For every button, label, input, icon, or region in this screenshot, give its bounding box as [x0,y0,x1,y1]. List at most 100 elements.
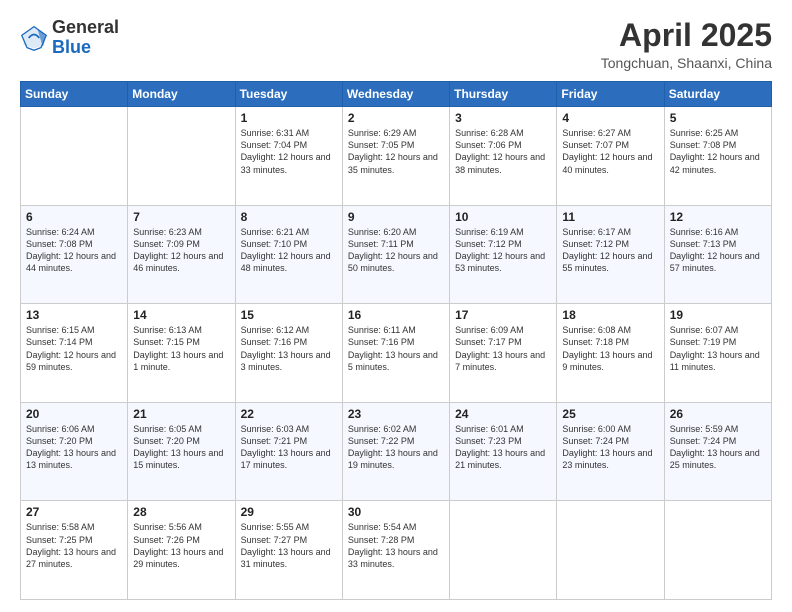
cell-day-number: 17 [455,308,551,322]
col-sunday: Sunday [21,82,128,107]
cell-day-info: Sunrise: 6:21 AM Sunset: 7:10 PM Dayligh… [241,226,337,275]
cell-day-number: 18 [562,308,658,322]
calendar-cell: 6 Sunrise: 6:24 AM Sunset: 7:08 PM Daylig… [21,205,128,304]
cell-day-number: 5 [670,111,766,125]
col-saturday: Saturday [664,82,771,107]
calendar-header-row: Sunday Monday Tuesday Wednesday Thursday… [21,82,772,107]
cell-day-number: 13 [26,308,122,322]
calendar-cell: 4Sunrise: 6:27 AM Sunset: 7:07 PM Daylig… [557,107,664,206]
cell-day-info: Sunrise: 6:17 AM Sunset: 7:12 PM Dayligh… [562,226,658,275]
cell-day-number: 14 [133,308,229,322]
cell-day-info: Sunrise: 6:06 AM Sunset: 7:20 PM Dayligh… [26,423,122,472]
cell-day-number: 26 [670,407,766,421]
col-thursday: Thursday [450,82,557,107]
cell-day-number: 9 [348,210,444,224]
calendar-cell: 21 Sunrise: 6:05 AM Sunset: 7:20 PM Dayli… [128,402,235,501]
calendar-cell: 3 Sunrise: 6:28 AM Sunset: 7:06 PM Daylig… [450,107,557,206]
calendar-cell: 23Sunrise: 6:02 AM Sunset: 7:22 PM Dayli… [342,402,449,501]
cell-day-number: 10 [455,210,551,224]
week-row-1: 6 Sunrise: 6:24 AM Sunset: 7:08 PM Daylig… [21,205,772,304]
cell-day-info: Sunrise: 6:11 AM Sunset: 7:16 PM Dayligh… [348,324,444,373]
logo-text: General Blue [52,18,119,58]
cell-day-number: 1 [241,111,337,125]
cell-day-info: Sunrise: 6:23 AM Sunset: 7:09 PM Dayligh… [133,226,229,275]
calendar-cell: 27 Sunrise: 5:58 AM Sunset: 7:25 PM Dayli… [21,501,128,600]
cell-day-info: Sunrise: 6:27 AM Sunset: 7:07 PM Dayligh… [562,127,658,176]
cell-day-info: Sunrise: 6:12 AM Sunset: 7:16 PM Dayligh… [241,324,337,373]
calendar-cell: 26 Sunrise: 5:59 AM Sunset: 7:24 PM Dayli… [664,402,771,501]
cell-day-number: 8 [241,210,337,224]
main-title: April 2025 [601,18,772,53]
cell-day-info: Sunrise: 5:54 AM Sunset: 7:28 PM Dayligh… [348,521,444,570]
week-row-0: 1 Sunrise: 6:31 AM Sunset: 7:04 PM Daylig… [21,107,772,206]
cell-day-number: 15 [241,308,337,322]
logo: General Blue [20,18,119,58]
cell-day-number: 29 [241,505,337,519]
cell-day-number: 3 [455,111,551,125]
cell-day-number: 30 [348,505,444,519]
header: General Blue April 2025 Tongchuan, Shaan… [20,18,772,71]
calendar-cell [21,107,128,206]
cell-day-info: Sunrise: 6:02 AM Sunset: 7:22 PM Dayligh… [348,423,444,472]
cell-day-info: Sunrise: 5:59 AM Sunset: 7:24 PM Dayligh… [670,423,766,472]
cell-day-info: Sunrise: 6:05 AM Sunset: 7:20 PM Dayligh… [133,423,229,472]
cell-day-number: 22 [241,407,337,421]
title-block: April 2025 Tongchuan, Shaanxi, China [601,18,772,71]
cell-day-number: 19 [670,308,766,322]
week-row-2: 13Sunrise: 6:15 AM Sunset: 7:14 PM Dayli… [21,304,772,403]
cell-day-info: Sunrise: 6:16 AM Sunset: 7:13 PM Dayligh… [670,226,766,275]
calendar-cell [128,107,235,206]
cell-day-info: Sunrise: 6:09 AM Sunset: 7:17 PM Dayligh… [455,324,551,373]
cell-day-number: 25 [562,407,658,421]
calendar-cell: 12 Sunrise: 6:16 AM Sunset: 7:13 PM Dayli… [664,205,771,304]
calendar-cell: 25Sunrise: 6:00 AM Sunset: 7:24 PM Dayli… [557,402,664,501]
cell-day-number: 12 [670,210,766,224]
calendar-cell: 28Sunrise: 5:56 AM Sunset: 7:26 PM Dayli… [128,501,235,600]
cell-day-info: Sunrise: 6:07 AM Sunset: 7:19 PM Dayligh… [670,324,766,373]
cell-day-info: Sunrise: 6:08 AM Sunset: 7:18 PM Dayligh… [562,324,658,373]
calendar-cell: 9 Sunrise: 6:20 AM Sunset: 7:11 PM Daylig… [342,205,449,304]
calendar-cell: 14 Sunrise: 6:13 AM Sunset: 7:15 PM Dayli… [128,304,235,403]
calendar-cell: 11 Sunrise: 6:17 AM Sunset: 7:12 PM Dayli… [557,205,664,304]
cell-day-info: Sunrise: 6:25 AM Sunset: 7:08 PM Dayligh… [670,127,766,176]
cell-day-info: Sunrise: 5:55 AM Sunset: 7:27 PM Dayligh… [241,521,337,570]
cell-day-info: Sunrise: 6:13 AM Sunset: 7:15 PM Dayligh… [133,324,229,373]
subtitle: Tongchuan, Shaanxi, China [601,55,772,71]
cell-day-number: 27 [26,505,122,519]
col-monday: Monday [128,82,235,107]
calendar-cell: 10 Sunrise: 6:19 AM Sunset: 7:12 PM Dayli… [450,205,557,304]
calendar-table: Sunday Monday Tuesday Wednesday Thursday… [20,81,772,600]
cell-day-info: Sunrise: 6:31 AM Sunset: 7:04 PM Dayligh… [241,127,337,176]
calendar-cell [664,501,771,600]
calendar-cell: 24Sunrise: 6:01 AM Sunset: 7:23 PM Dayli… [450,402,557,501]
calendar-cell: 7 Sunrise: 6:23 AM Sunset: 7:09 PM Daylig… [128,205,235,304]
logo-icon [20,24,48,52]
cell-day-number: 20 [26,407,122,421]
logo-blue-text: Blue [52,37,91,57]
cell-day-number: 6 [26,210,122,224]
calendar-cell: 13Sunrise: 6:15 AM Sunset: 7:14 PM Dayli… [21,304,128,403]
calendar-cell [450,501,557,600]
calendar-cell: 5 Sunrise: 6:25 AM Sunset: 7:08 PM Daylig… [664,107,771,206]
page: General Blue April 2025 Tongchuan, Shaan… [0,0,792,612]
cell-day-info: Sunrise: 6:28 AM Sunset: 7:06 PM Dayligh… [455,127,551,176]
cell-day-info: Sunrise: 6:24 AM Sunset: 7:08 PM Dayligh… [26,226,122,275]
col-wednesday: Wednesday [342,82,449,107]
calendar-cell: 29 Sunrise: 5:55 AM Sunset: 7:27 PM Dayli… [235,501,342,600]
calendar-cell: 15 Sunrise: 6:12 AM Sunset: 7:16 PM Dayli… [235,304,342,403]
calendar-cell [557,501,664,600]
calendar-cell: 18 Sunrise: 6:08 AM Sunset: 7:18 PM Dayli… [557,304,664,403]
logo-general-text: General [52,17,119,37]
cell-day-info: Sunrise: 6:19 AM Sunset: 7:12 PM Dayligh… [455,226,551,275]
cell-day-number: 7 [133,210,229,224]
col-friday: Friday [557,82,664,107]
calendar-cell: 16Sunrise: 6:11 AM Sunset: 7:16 PM Dayli… [342,304,449,403]
cell-day-number: 28 [133,505,229,519]
cell-day-number: 21 [133,407,229,421]
cell-day-info: Sunrise: 5:58 AM Sunset: 7:25 PM Dayligh… [26,521,122,570]
calendar-cell: 1 Sunrise: 6:31 AM Sunset: 7:04 PM Daylig… [235,107,342,206]
cell-day-info: Sunrise: 6:20 AM Sunset: 7:11 PM Dayligh… [348,226,444,275]
cell-day-number: 11 [562,210,658,224]
calendar-cell: 20 Sunrise: 6:06 AM Sunset: 7:20 PM Dayli… [21,402,128,501]
calendar-cell: 2Sunrise: 6:29 AM Sunset: 7:05 PM Daylig… [342,107,449,206]
